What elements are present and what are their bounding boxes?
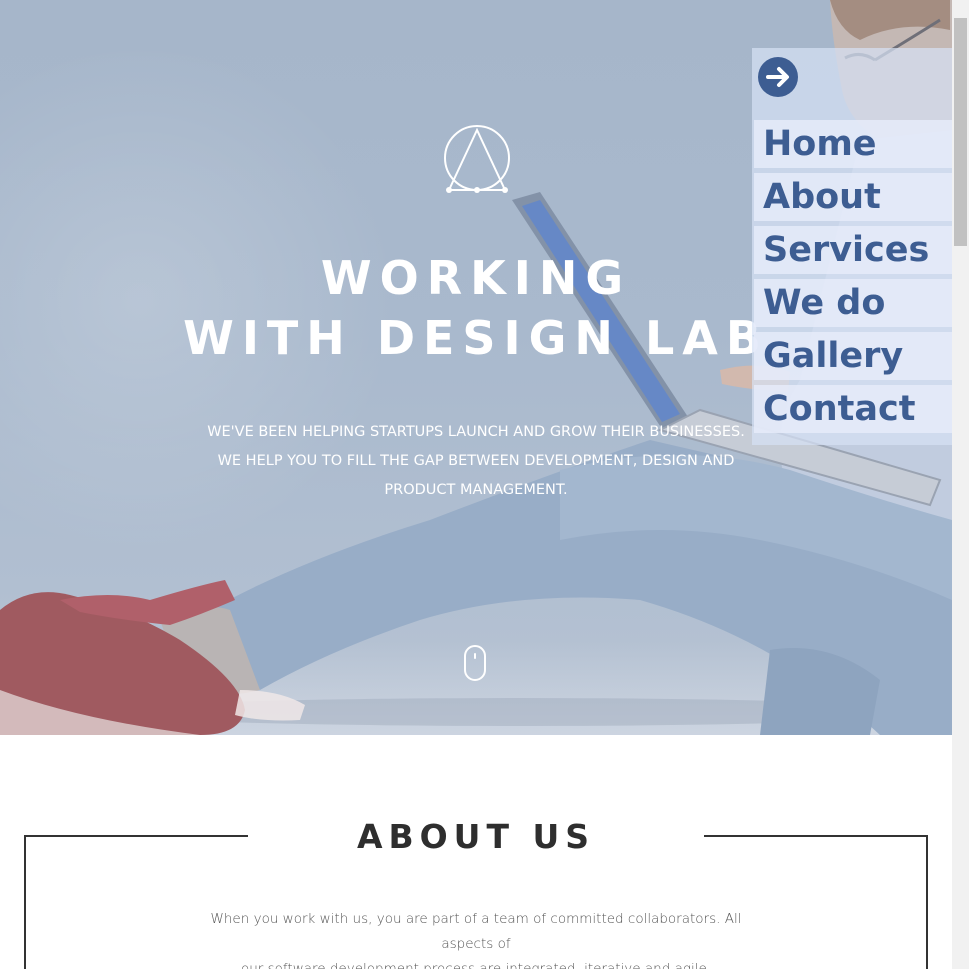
page: WORKING WITH DESIGN LAB WE'VE BEEN HELPI… (0, 0, 952, 969)
scrollbar-thumb[interactable] (954, 18, 967, 246)
nav-item-gallery[interactable]: Gallery (754, 332, 952, 380)
about-title: ABOUT US (356, 817, 596, 856)
nav-item-we-do[interactable]: We do (754, 279, 952, 327)
hero-subtitle-line3: PRODUCT MANAGEMENT. (384, 482, 568, 498)
hero-subtitle: WE'VE BEEN HELPING STARTUPS LAUNCH AND G… (176, 418, 776, 505)
arrow-right-icon (766, 67, 789, 87)
triangle-circle-logo-icon (444, 125, 510, 193)
about-text-line2: our software development process are int… (240, 961, 712, 969)
nav-item-home[interactable]: Home (754, 120, 952, 168)
hero-subtitle-line2: WE HELP YOU TO FILL THE GAP BETWEEN DEVE… (217, 453, 735, 469)
about-frame-top-right (704, 835, 928, 837)
page-scrollbar[interactable] (952, 0, 969, 969)
mouse-scroll-icon[interactable] (464, 645, 486, 681)
about-frame-top-left (24, 835, 248, 837)
side-navigation: Home About Services We do Gallery Contac… (752, 48, 952, 445)
nav-item-about[interactable]: About (754, 173, 952, 221)
about-text-line1: When you work with us, you are part of a… (210, 911, 742, 952)
nav-item-contact[interactable]: Contact (754, 385, 952, 433)
nav-toggle-button[interactable] (758, 57, 798, 97)
about-text: When you work with us, you are part of a… (186, 907, 766, 969)
hero-subtitle-line1: WE'VE BEEN HELPING STARTUPS LAUNCH AND G… (207, 424, 745, 440)
nav-item-services[interactable]: Services (754, 226, 952, 274)
